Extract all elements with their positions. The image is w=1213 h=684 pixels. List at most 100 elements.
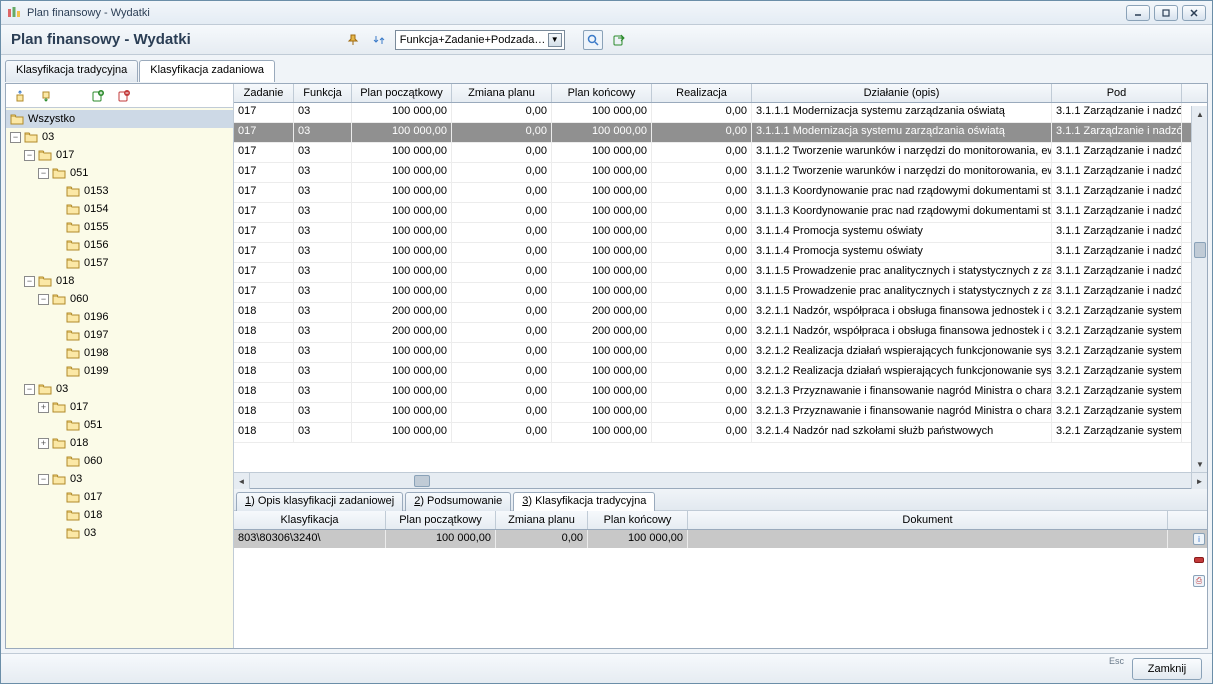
- tree-node[interactable]: −060: [6, 290, 233, 308]
- detail-body[interactable]: 803\80306\3240\100 000,000,00100 000,00: [234, 530, 1207, 648]
- tree-node[interactable]: 0197: [6, 326, 233, 344]
- expander-icon[interactable]: −: [24, 276, 35, 287]
- tree-node[interactable]: 060: [6, 452, 233, 470]
- scroll-thumb[interactable]: [1194, 242, 1206, 258]
- add-node-icon[interactable]: [88, 86, 108, 106]
- tree-node[interactable]: +017: [6, 398, 233, 416]
- cell: 0,00: [652, 123, 752, 142]
- header-bar: Plan finansowy - Wydatki Funkcja+Zadanie…: [1, 25, 1212, 55]
- table-row[interactable]: 01803200 000,000,00200 000,000,003.2.1.1…: [234, 303, 1207, 323]
- expander-icon[interactable]: −: [38, 294, 49, 305]
- column-header[interactable]: Zmiana planu: [452, 84, 552, 102]
- column-header[interactable]: Funkcja: [294, 84, 352, 102]
- pin-icon[interactable]: [343, 30, 363, 50]
- marker-icon[interactable]: [1194, 557, 1204, 563]
- search-icon[interactable]: [583, 30, 603, 50]
- column-header[interactable]: Plan początkowy: [386, 511, 496, 529]
- tree[interactable]: Wszystko−03−017−05101530154015501560157−…: [6, 108, 233, 648]
- tree-node[interactable]: 018: [6, 506, 233, 524]
- tree-label: 03: [70, 473, 82, 485]
- scroll-up-icon[interactable]: ▲: [1192, 106, 1208, 122]
- export-icon[interactable]: [609, 30, 629, 50]
- tree-node[interactable]: 0199: [6, 362, 233, 380]
- tree-node[interactable]: 0155: [6, 218, 233, 236]
- table-row[interactable]: 01803100 000,000,00100 000,000,003.2.1.4…: [234, 423, 1207, 443]
- sort-icon[interactable]: [369, 30, 389, 50]
- detail-tab-klasyfikacja-tradycyjna[interactable]: 3) Klasyfikacja tradycyjna: [513, 492, 655, 511]
- column-header[interactable]: Realizacja: [652, 84, 752, 102]
- tree-node[interactable]: 0153: [6, 182, 233, 200]
- tree-node[interactable]: −051: [6, 164, 233, 182]
- table-row[interactable]: 01803200 000,000,00200 000,000,003.2.1.1…: [234, 323, 1207, 343]
- horizontal-scrollbar[interactable]: ◄ ►: [234, 472, 1207, 488]
- tree-node[interactable]: 051: [6, 416, 233, 434]
- column-header[interactable]: Zadanie: [234, 84, 294, 102]
- table-row[interactable]: 01703100 000,000,00100 000,000,003.1.1.2…: [234, 163, 1207, 183]
- column-header[interactable]: Plan początkowy: [352, 84, 452, 102]
- tree-node[interactable]: +018: [6, 434, 233, 452]
- grid-body[interactable]: 01703100 000,000,00100 000,000,003.1.1.1…: [234, 103, 1207, 472]
- hscroll-thumb[interactable]: [414, 475, 430, 487]
- column-header[interactable]: Działanie (opis): [752, 84, 1052, 102]
- table-row[interactable]: 01703100 000,000,00100 000,000,003.1.1.1…: [234, 123, 1207, 143]
- tree-node[interactable]: −018: [6, 272, 233, 290]
- scroll-left-icon[interactable]: ◄: [234, 473, 250, 489]
- table-row[interactable]: 01703100 000,000,00100 000,000,003.1.1.5…: [234, 283, 1207, 303]
- tree-root[interactable]: Wszystko: [6, 110, 233, 128]
- table-row[interactable]: 01703100 000,000,00100 000,000,003.1.1.4…: [234, 243, 1207, 263]
- table-row[interactable]: 01803100 000,000,00100 000,000,003.2.1.2…: [234, 343, 1207, 363]
- tree-node[interactable]: 0154: [6, 200, 233, 218]
- close-button[interactable]: Zamknij: [1132, 658, 1202, 680]
- table-row[interactable]: 01703100 000,000,00100 000,000,003.1.1.1…: [234, 103, 1207, 123]
- expander-icon[interactable]: +: [38, 438, 49, 449]
- table-row[interactable]: 01803100 000,000,00100 000,000,003.2.1.3…: [234, 403, 1207, 423]
- expander-icon[interactable]: −: [38, 474, 49, 485]
- expander-icon[interactable]: −: [10, 132, 21, 143]
- detail-tab-podsumowanie[interactable]: 2) Podsumowanie: [405, 492, 511, 511]
- table-row[interactable]: 01703100 000,000,00100 000,000,003.1.1.4…: [234, 223, 1207, 243]
- remove-node-icon[interactable]: [114, 86, 134, 106]
- tree-node[interactable]: − 03: [6, 470, 233, 488]
- table-row[interactable]: 01703100 000,000,00100 000,000,003.1.1.5…: [234, 263, 1207, 283]
- maximize-button[interactable]: [1154, 5, 1178, 21]
- grouping-dropdown[interactable]: Funkcja+Zadanie+Podzadanie+D ▼: [395, 30, 565, 50]
- expander-icon[interactable]: +: [38, 402, 49, 413]
- tree-node[interactable]: 0157: [6, 254, 233, 272]
- column-header[interactable]: Dokument: [688, 511, 1168, 529]
- cell: 0,00: [652, 363, 752, 382]
- tree-node[interactable]: 0198: [6, 344, 233, 362]
- close-window-button[interactable]: [1182, 5, 1206, 21]
- table-row[interactable]: 01703100 000,000,00100 000,000,003.1.1.2…: [234, 143, 1207, 163]
- expander-icon[interactable]: −: [24, 384, 35, 395]
- info-icon[interactable]: i: [1193, 533, 1205, 545]
- scroll-right-icon[interactable]: ►: [1191, 473, 1207, 489]
- column-header[interactable]: Plan końcowy: [552, 84, 652, 102]
- table-row[interactable]: 803\80306\3240\100 000,000,00100 000,00: [234, 530, 1207, 548]
- column-header[interactable]: Klasyfikacja: [234, 511, 386, 529]
- tree-node[interactable]: −03: [6, 128, 233, 146]
- table-row[interactable]: 01803100 000,000,00100 000,000,003.2.1.3…: [234, 383, 1207, 403]
- tree-node[interactable]: 03: [6, 524, 233, 542]
- scroll-down-icon[interactable]: ▼: [1192, 456, 1208, 472]
- expander-icon[interactable]: −: [24, 150, 35, 161]
- tree-node[interactable]: −03: [6, 380, 233, 398]
- tab-klasyfikacja-zadaniowa[interactable]: Klasyfikacja zadaniowa: [139, 60, 275, 82]
- tree-node[interactable]: 0156: [6, 236, 233, 254]
- expander-icon[interactable]: −: [38, 168, 49, 179]
- collapse-all-icon[interactable]: [36, 86, 56, 106]
- expand-all-icon[interactable]: [10, 86, 30, 106]
- tree-node[interactable]: 017: [6, 488, 233, 506]
- detail-tab-opis[interactable]: 1) Opis klasyfikacji zadaniowej: [236, 492, 403, 511]
- table-row[interactable]: 01803100 000,000,00100 000,000,003.2.1.2…: [234, 363, 1207, 383]
- tab-klasyfikacja-tradycyjna[interactable]: Klasyfikacja tradycyjna: [5, 60, 138, 82]
- vertical-scrollbar[interactable]: ▲ ▼: [1191, 106, 1207, 472]
- tree-node[interactable]: 0196: [6, 308, 233, 326]
- table-row[interactable]: 01703100 000,000,00100 000,000,003.1.1.3…: [234, 203, 1207, 223]
- minimize-button[interactable]: [1126, 5, 1150, 21]
- column-header[interactable]: Pod: [1052, 84, 1182, 102]
- column-header[interactable]: Zmiana planu: [496, 511, 588, 529]
- tree-node[interactable]: −017: [6, 146, 233, 164]
- print-icon[interactable]: ⎙: [1193, 575, 1205, 587]
- table-row[interactable]: 01703100 000,000,00100 000,000,003.1.1.3…: [234, 183, 1207, 203]
- column-header[interactable]: Plan końcowy: [588, 511, 688, 529]
